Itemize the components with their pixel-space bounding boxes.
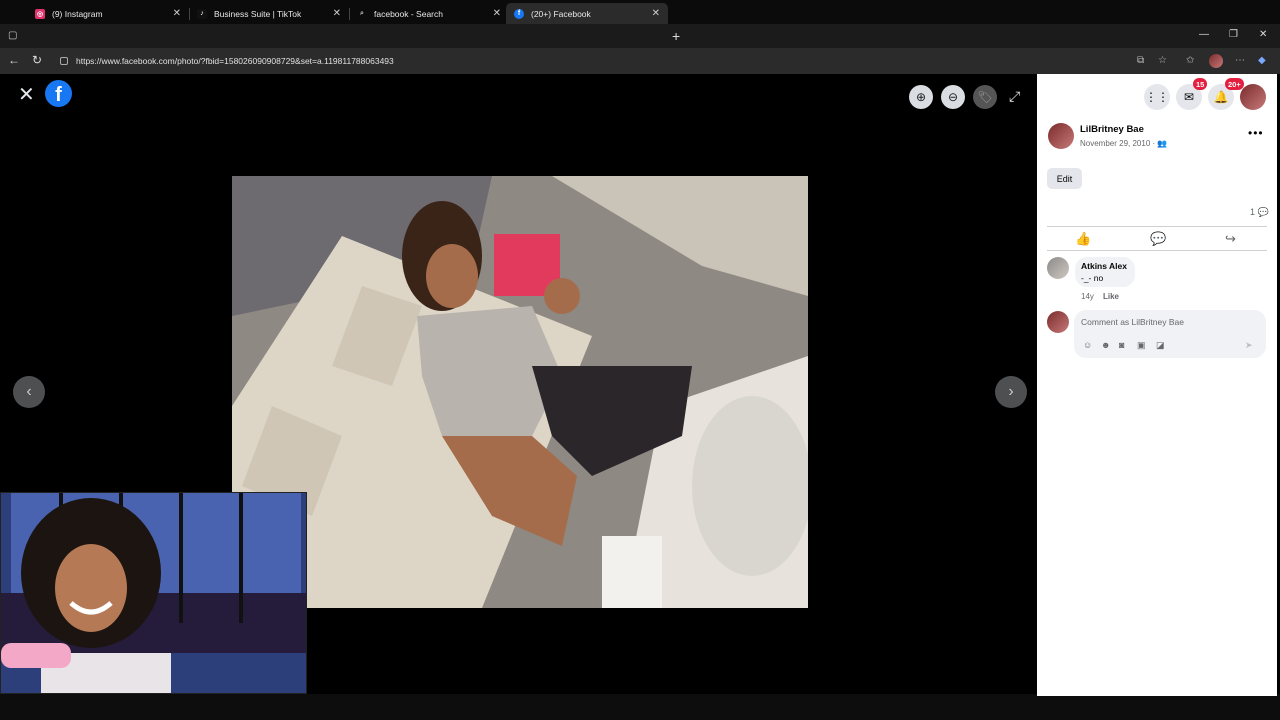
tab-instagram[interactable]: ◎ (9) Instagram ✕ (27, 3, 189, 24)
new-tab-button[interactable]: + (672, 28, 680, 44)
url-text: https://www.facebook.com/photo/?fbid=158… (76, 56, 394, 66)
back-icon[interactable]: ← (8, 53, 20, 67)
tab-actions-icon[interactable]: ▢ (8, 30, 17, 41)
tab-strip: ▢ (0, 24, 1280, 48)
comment-text: -_- no (1081, 273, 1104, 283)
divider (1047, 250, 1267, 251)
author-avatar[interactable] (1048, 123, 1074, 149)
favorite-star-icon[interactable]: ☆ (1158, 55, 1167, 66)
address-bar[interactable]: https://www.facebook.com/photo/?fbid=158… (52, 51, 1132, 71)
tiktok-icon: ♪ (197, 8, 207, 19)
commenter-avatar[interactable] (1047, 257, 1069, 279)
commenter-name[interactable]: Atkins Alex (1081, 261, 1127, 271)
sticker-icon[interactable]: ◪ (1156, 340, 1165, 351)
search-icon: ⌕ (360, 9, 364, 17)
comment-age[interactable]: 14y (1081, 292, 1094, 301)
close-tab-icon[interactable]: ✕ (652, 8, 660, 19)
tag-photo-button[interactable]: 🏷 (973, 85, 997, 109)
post-photo (232, 176, 808, 608)
site-info-icon[interactable] (60, 57, 68, 65)
webcam-illustration (1, 493, 306, 693)
close-tab-icon[interactable]: ✕ (333, 8, 341, 19)
zoom-out-button[interactable]: ⊖ (941, 85, 965, 109)
facebook-icon: f (514, 8, 524, 19)
send-icon[interactable]: ➤ (1245, 340, 1253, 351)
menu-grid-icon[interactable]: ⋮⋮ (1144, 84, 1170, 110)
tab-label: Business Suite | TikTok (214, 8, 302, 19)
tab-label: facebook - Search (374, 8, 443, 19)
composer-avatar[interactable] (1047, 311, 1069, 333)
close-tab-icon[interactable]: ✕ (493, 8, 501, 19)
settings-more-icon[interactable]: ⋯ (1235, 55, 1245, 66)
gif-icon[interactable]: ▣ (1137, 340, 1146, 351)
post-author-name[interactable]: LilBritney Bae (1080, 124, 1144, 135)
avatar-sticker-icon[interactable]: ☺ (1083, 340, 1092, 350)
comment-count[interactable]: 1 💬 (1250, 207, 1269, 218)
next-photo-button[interactable]: › (995, 376, 1027, 408)
tab-label: (20+) Facebook (531, 8, 591, 19)
close-tab-icon[interactable]: ✕ (173, 8, 181, 19)
webcam-overlay (0, 492, 307, 694)
favorites-icon[interactable]: ✩ (1186, 55, 1194, 66)
split-screen-icon[interactable]: ⧉ (1137, 55, 1144, 66)
bottom-strip (0, 694, 1280, 720)
like-icon[interactable]: 👍 (1075, 231, 1091, 247)
close-window-icon[interactable]: ✕ (1259, 29, 1267, 40)
refresh-icon[interactable]: ↻ (32, 53, 42, 67)
emoji-icon[interactable]: ☻ (1101, 340, 1110, 350)
minimize-icon[interactable]: — (1199, 29, 1209, 40)
comment-icon[interactable]: 💬 (1150, 231, 1166, 247)
restore-icon[interactable]: ❐ (1229, 29, 1238, 40)
tab-facebook[interactable]: f (20+) Facebook ✕ (506, 3, 668, 24)
fullscreen-icon[interactable]: ⤢ (1009, 88, 1020, 105)
previous-photo-button[interactable]: ‹ (13, 376, 45, 408)
facebook-logo[interactable]: f (45, 80, 72, 107)
messenger-badge: 15 (1193, 78, 1208, 90)
instagram-icon: ◎ (35, 8, 45, 19)
comment-placeholder: Comment as LilBritney Bae (1081, 317, 1184, 327)
camera-icon[interactable]: ◙ (1119, 340, 1124, 350)
notifications-badge: 20+ (1225, 78, 1244, 90)
edit-button[interactable]: Edit (1047, 168, 1082, 189)
post-date[interactable]: November 29, 2010 · 👥 (1080, 139, 1167, 148)
more-options-icon[interactable]: ••• (1248, 126, 1264, 140)
profile-avatar[interactable] (1209, 54, 1223, 68)
share-icon[interactable]: ↪ (1225, 231, 1236, 247)
photo-illustration (232, 176, 808, 608)
close-viewer-icon[interactable]: ✕ (18, 82, 35, 107)
copilot-icon[interactable]: ◆ (1258, 55, 1266, 66)
comment-like-link[interactable]: Like (1103, 292, 1119, 301)
zoom-in-button[interactable]: ⊕ (909, 85, 933, 109)
tab-tiktok[interactable]: ♪ Business Suite | TikTok ✕ (189, 3, 349, 24)
tab-facebook-search[interactable]: ⌕ facebook - Search ✕ (349, 3, 509, 24)
divider (1047, 226, 1267, 227)
account-avatar[interactable] (1240, 84, 1266, 110)
tab-label: (9) Instagram (52, 8, 103, 19)
